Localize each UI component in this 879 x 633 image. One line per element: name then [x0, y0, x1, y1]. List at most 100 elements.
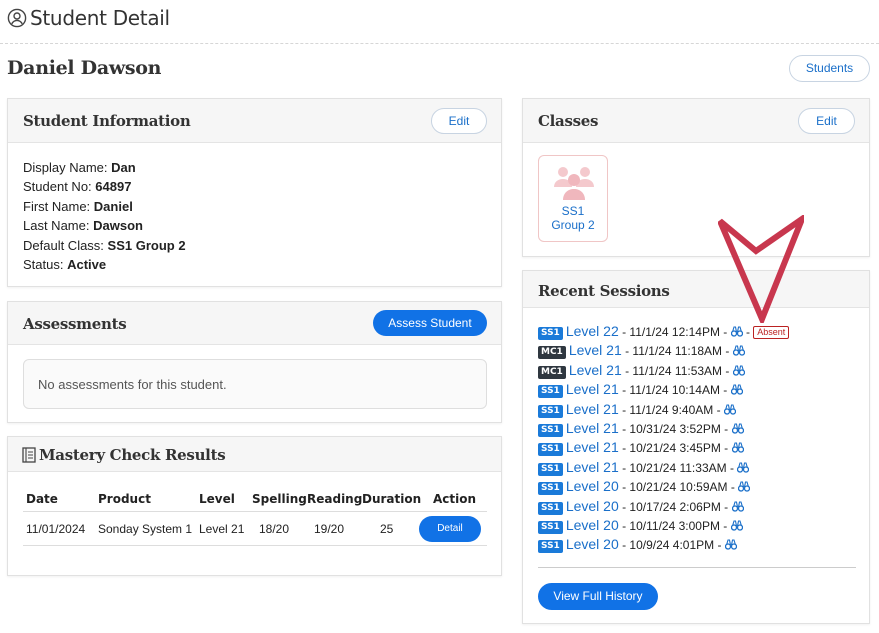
students-button[interactable]: Students [789, 55, 870, 82]
classes-card: Classes Edit SS1 Group 2 [522, 98, 870, 257]
column-header: Spelling [252, 492, 307, 506]
session-time: - 10/21/24 3:45PM - [618, 441, 732, 456]
separator: - [742, 325, 754, 339]
session-time: - 10/31/24 3:52PM - [618, 421, 732, 436]
column-header: Reading [307, 492, 363, 506]
card-title: Recent Sessions [538, 282, 670, 300]
session-list: SS1 Level 22 - 11/1/24 12:14PM - - Absent… [538, 323, 858, 556]
card-title: Mastery Check Results [39, 446, 226, 464]
session-badge: SS1 [538, 540, 563, 554]
list-item: SS1 Level 22 - 11/1/24 12:14PM - - Absent [538, 323, 858, 342]
page-header: Student Detail [0, 0, 879, 44]
info-value: Daniel [93, 198, 133, 214]
session-level-link[interactable]: Level 20 [566, 536, 619, 552]
column-header: Date [26, 492, 58, 506]
book-icon [22, 447, 36, 463]
table-header: Date Product Level Spelling Reading Dura… [23, 486, 487, 512]
card-title: Assessments [23, 315, 127, 333]
info-label: Default Class: [23, 237, 104, 253]
binoculars-icon[interactable] [730, 520, 743, 531]
info-label: Last Name: [23, 218, 90, 234]
session-time: - 11/1/24 12:14PM - [618, 325, 731, 339]
card-header: Recent Sessions [523, 271, 869, 308]
card-header: Student Information Edit [8, 99, 501, 143]
info-value: SS1 Group 2 [107, 237, 186, 253]
card-header: Assessments Assess Student [8, 302, 501, 345]
cell-spelling: 18/20 [259, 522, 290, 536]
class-name-line: SS1 [561, 204, 585, 218]
info-value: Dawson [93, 218, 143, 234]
session-level-link[interactable]: Level 20 [566, 517, 619, 533]
edit-info-button[interactable]: Edit [431, 108, 487, 134]
session-level-link[interactable]: Level 21 [566, 459, 619, 475]
assess-student-button[interactable]: Assess Student [373, 310, 487, 336]
detail-button[interactable]: Detail [419, 516, 481, 542]
info-label: Student No: [23, 179, 92, 195]
session-level-link[interactable]: Level 20 [566, 498, 619, 514]
session-badge: SS1 [538, 443, 563, 457]
session-badge: SS1 [538, 423, 563, 437]
session-level-link[interactable]: Level 21 [566, 439, 619, 455]
session-level-link[interactable]: Level 20 [566, 478, 619, 494]
session-level-link[interactable]: Level 21 [566, 401, 619, 417]
binoculars-icon[interactable] [723, 404, 736, 415]
binoculars-icon[interactable] [731, 442, 744, 453]
info-value: Active [67, 257, 107, 273]
binoculars-icon[interactable] [732, 365, 745, 376]
cell-level: Level 21 [199, 522, 245, 536]
session-time: - 10/21/24 11:33AM - [618, 460, 738, 475]
list-item: MC1 Level 21 - 11/1/24 11:18AM - [538, 342, 858, 361]
table-row: 11/01/2024 Sonday System 1 Level 21 18/2… [23, 512, 487, 546]
class-tile[interactable]: SS1 Group 2 [538, 155, 608, 242]
list-item: SS1 Level 21 - 10/21/24 3:45PM - [538, 439, 858, 458]
list-item: SS1 Level 21 - 10/31/24 3:52PM - [538, 420, 858, 439]
session-badge: MC1 [538, 346, 566, 360]
session-time: - 11/1/24 11:53AM - [621, 363, 733, 378]
class-name-line: Group 2 [551, 218, 595, 232]
session-time: - 11/1/24 11:18AM - [621, 344, 733, 359]
binoculars-icon[interactable] [730, 326, 743, 337]
info-label: Status: [23, 257, 64, 273]
card-title: Student Information [23, 112, 191, 130]
info-label: Display Name: [23, 160, 108, 175]
session-level-link[interactable]: Level 21 [569, 362, 622, 378]
info-row-display-name: Display Name: Dan [23, 158, 186, 177]
binoculars-icon[interactable] [730, 384, 743, 395]
session-level-link[interactable]: Level 21 [569, 342, 622, 358]
column-header: Product [98, 492, 151, 506]
group-icon [554, 167, 594, 200]
empty-message: No assessments for this student. [38, 377, 227, 392]
session-badge: SS1 [538, 385, 563, 399]
mastery-table: Date Product Level Spelling Reading Dura… [23, 486, 487, 546]
binoculars-icon[interactable] [738, 481, 751, 492]
mastery-check-card: Mastery Check Results Date Product Level… [7, 436, 502, 576]
assessments-card: Assessments Assess Student No assessment… [7, 301, 502, 423]
card-title: Classes [538, 112, 599, 130]
info-value: Dan [111, 160, 136, 175]
session-level-link[interactable]: Level 21 [566, 420, 619, 436]
session-level-link[interactable]: Level 22 [566, 323, 619, 339]
binoculars-icon[interactable] [731, 423, 744, 434]
list-item: SS1 Level 20 - 10/9/24 4:01PM - [538, 536, 858, 555]
list-item: SS1 Level 20 - 10/17/24 2:06PM - [538, 498, 858, 517]
binoculars-icon[interactable] [737, 462, 750, 473]
cell-product: Sonday System 1 [98, 522, 193, 536]
view-full-history-button[interactable]: View Full History [538, 583, 658, 610]
session-time: - 10/17/24 2:06PM - [618, 499, 732, 514]
info-row-student-no: Student No: 64897 [23, 177, 186, 196]
binoculars-icon[interactable] [731, 500, 744, 512]
session-badge: SS1 [538, 482, 563, 496]
list-item: SS1 Level 20 - 10/21/24 10:59AM - [538, 478, 858, 497]
session-level-link[interactable]: Level 21 [566, 381, 619, 397]
info-row-last-name: Last Name: Dawson [23, 216, 186, 235]
divider [538, 567, 856, 568]
edit-classes-button[interactable]: Edit [798, 108, 855, 134]
session-badge: SS1 [538, 501, 563, 515]
binoculars-icon[interactable] [732, 345, 745, 357]
user-circle-icon [7, 8, 27, 28]
binoculars-icon[interactable] [724, 539, 737, 550]
info-value: 64897 [95, 179, 132, 195]
card-header: Classes Edit [523, 99, 869, 143]
cell-duration: 25 [380, 522, 394, 536]
session-time: - 11/1/24 9:40AM - [618, 402, 724, 417]
